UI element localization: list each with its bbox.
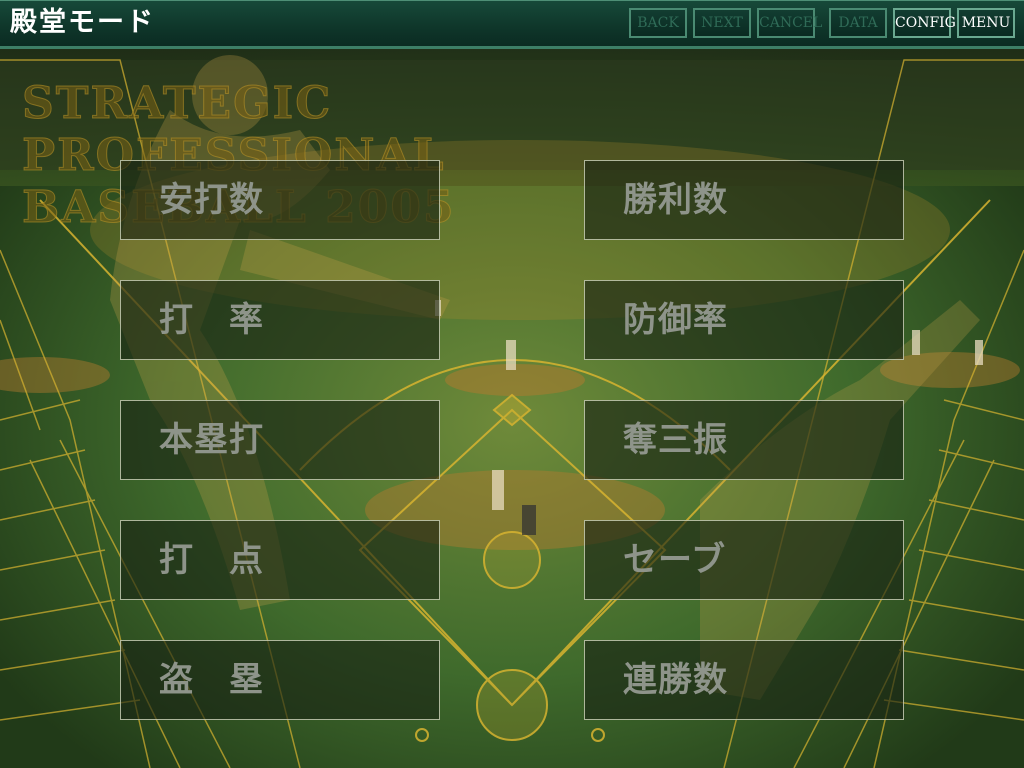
rbi-button[interactable]: 打 点 [120, 520, 440, 600]
strikeouts-label: 奪三振 [623, 420, 728, 460]
win-streak-label: 連勝数 [623, 660, 728, 700]
home-runs-button[interactable]: 本塁打 [120, 400, 440, 480]
stolen-bases-label: 盗 塁 [159, 660, 264, 700]
hits-button[interactable]: 安打数 [120, 160, 440, 240]
page-title: 殿堂モード [10, 7, 155, 38]
batting-average-label: 打 率 [159, 300, 264, 340]
watermark-line: STRATEGIC [22, 78, 333, 130]
home-runs-label: 本塁打 [159, 420, 264, 460]
cancel-button[interactable]: CANCEL [757, 8, 822, 38]
wins-label: 勝利数 [623, 180, 728, 220]
era-button[interactable]: 防御率 [584, 280, 904, 360]
win-streak-button[interactable]: 連勝数 [584, 640, 904, 720]
wins-button[interactable]: 勝利数 [584, 160, 904, 240]
menu-button[interactable]: MENU [957, 8, 1015, 38]
era-label: 防御率 [623, 300, 728, 340]
strikeouts-button[interactable]: 奪三振 [584, 400, 904, 480]
title-bar: 殿堂モード BACK NEXT CANCEL DATA CONFIG MENU [0, 0, 1024, 49]
stolen-bases-button[interactable]: 盗 塁 [120, 640, 440, 720]
next-button[interactable]: NEXT [693, 8, 751, 38]
back-button[interactable]: BACK [629, 8, 687, 38]
saves-button[interactable]: セーブ [584, 520, 904, 600]
hits-label: 安打数 [159, 180, 264, 220]
config-button[interactable]: CONFIG [893, 8, 956, 38]
batting-average-button[interactable]: 打 率 [120, 280, 440, 360]
rbi-label: 打 点 [159, 540, 264, 580]
data-button[interactable]: DATA [829, 8, 887, 38]
saves-label: セーブ [623, 540, 726, 580]
